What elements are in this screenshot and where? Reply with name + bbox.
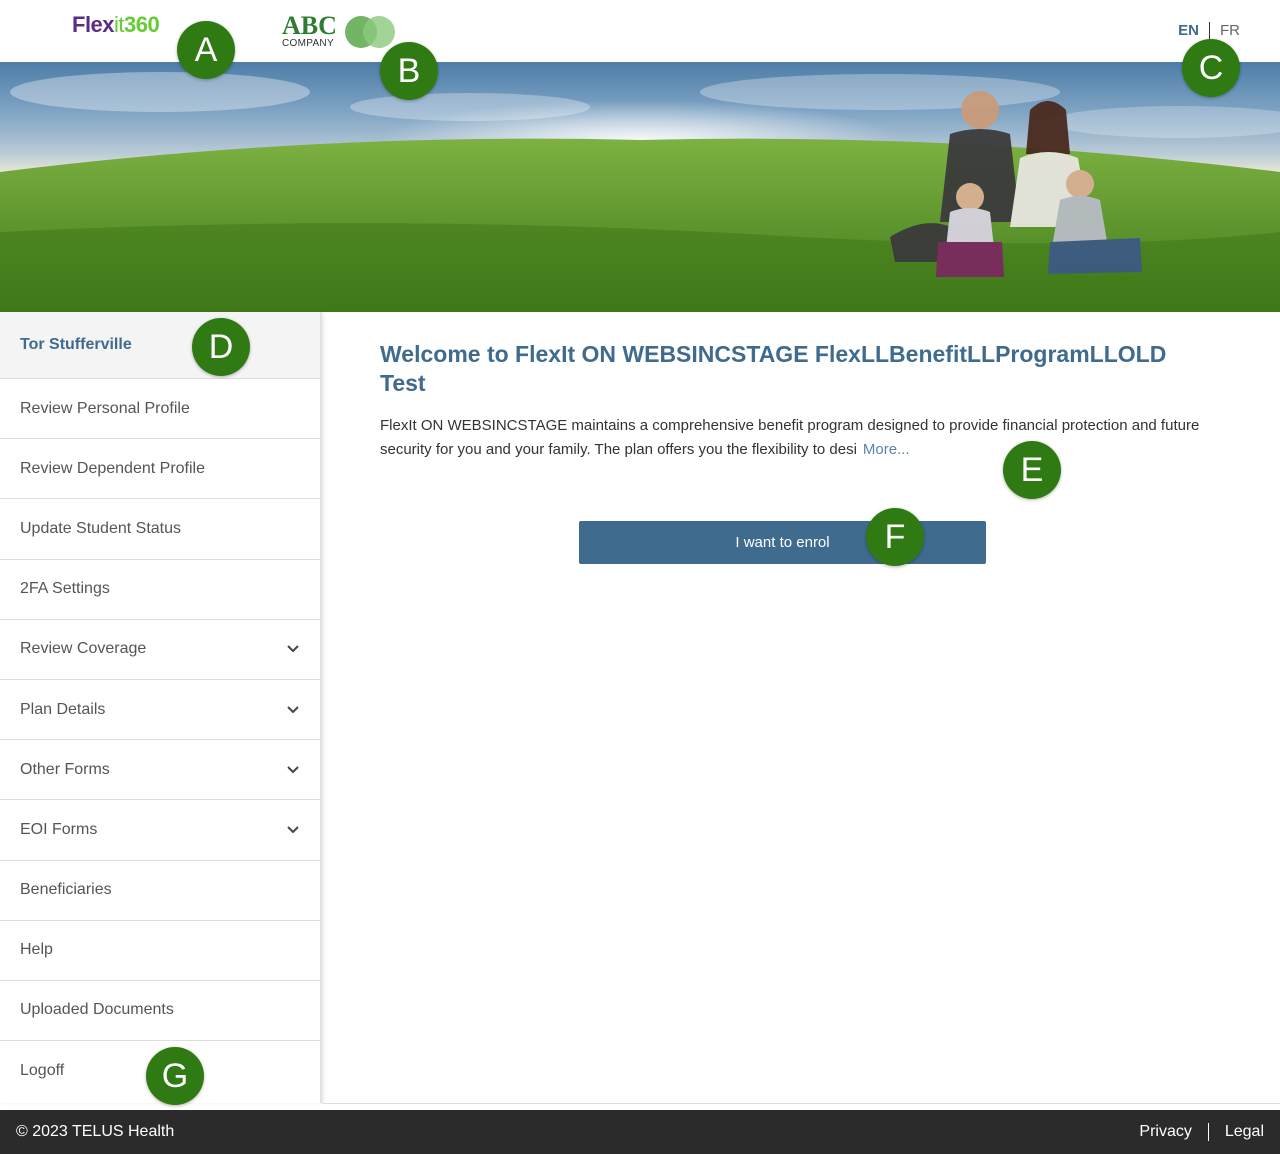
sidebar-item-label: Review Dependent Profile	[20, 459, 205, 477]
company-logo-circles-icon	[345, 16, 395, 48]
hero-banner	[0, 62, 1280, 312]
sidebar-item-plan-details[interactable]: Plan Details	[0, 678, 320, 739]
callout-marker-e: E	[1003, 441, 1061, 499]
banner-family-illustration	[0, 72, 1280, 312]
company-logo: ABC COMPANY	[282, 12, 402, 52]
sidebar-item-update-student-status[interactable]: Update Student Status	[0, 498, 320, 558]
sidebar-item-2fa-settings[interactable]: 2FA Settings	[0, 558, 320, 619]
sidebar-item-review-coverage[interactable]: Review Coverage	[0, 618, 320, 679]
enrol-button[interactable]: I want to enrol	[579, 521, 986, 564]
copyright-text: © 2023 TELUS Health	[16, 1123, 175, 1140]
more-link[interactable]: More...	[863, 441, 910, 458]
sidebar-nav: Tor Stufferville Review Personal Profile…	[0, 312, 322, 1103]
sidebar-item-other-forms[interactable]: Other Forms	[0, 739, 320, 799]
flexit360-logo[interactable]: Flexit360	[72, 12, 160, 38]
sidebar-item-label: Beneficiaries	[20, 881, 112, 899]
logo-text-it: it	[114, 12, 125, 37]
sidebar-item-label: EOI Forms	[20, 820, 98, 838]
sidebar-item-label: Uploaded Documents	[20, 1001, 174, 1019]
callout-marker-b: B	[380, 42, 438, 100]
sidebar-item-label: Other Forms	[20, 760, 110, 778]
chevron-down-icon[interactable]	[286, 764, 300, 776]
sidebar-item-eoi-forms[interactable]: EOI Forms	[0, 799, 320, 859]
lang-fr-link[interactable]: FR	[1210, 22, 1240, 39]
footer-links: Privacy Legal	[1139, 1123, 1264, 1141]
sidebar-item-label: 2FA Settings	[20, 580, 110, 598]
sidebar-item-beneficiaries[interactable]: Beneficiaries	[0, 859, 320, 920]
privacy-link[interactable]: Privacy	[1139, 1123, 1209, 1141]
chevron-down-icon[interactable]	[286, 704, 300, 716]
legal-link[interactable]: Legal	[1209, 1123, 1264, 1141]
sidebar-user-name[interactable]: Tor Stufferville	[0, 312, 320, 378]
chevron-down-icon[interactable]	[286, 824, 300, 836]
language-switcher: EN FR	[1178, 22, 1240, 39]
footer: © 2023 TELUS Health Privacy Legal	[0, 1110, 1280, 1154]
callout-marker-a: A	[177, 21, 235, 79]
sidebar-item-uploaded-documents[interactable]: Uploaded Documents	[0, 979, 320, 1040]
sidebar-item-review-dependent-profile[interactable]: Review Dependent Profile	[0, 438, 320, 498]
callout-marker-f: F	[866, 508, 924, 566]
sidebar-item-label: Review Personal Profile	[20, 399, 190, 417]
divider	[322, 1103, 1280, 1104]
callout-marker-d: D	[192, 318, 250, 376]
callout-marker-c: C	[1182, 39, 1240, 97]
intro-paragraph: FlexIt ON WEBSINCSTAGE maintains a compr…	[380, 414, 1200, 462]
chevron-down-icon[interactable]	[286, 643, 300, 655]
logo-text-360: 360	[124, 12, 160, 37]
sidebar-item-label: Help	[20, 941, 53, 959]
main-content: Welcome to FlexIt ON WEBSINCSTAGE FlexLL…	[380, 340, 1200, 462]
lang-en-link[interactable]: EN	[1178, 22, 1210, 39]
intro-text: FlexIt ON WEBSINCSTAGE maintains a compr…	[380, 417, 1200, 458]
callout-marker-g: G	[146, 1047, 204, 1105]
company-logo-subtext: COMPANY	[282, 38, 334, 49]
sidebar-item-review-personal-profile[interactable]: Review Personal Profile	[0, 378, 320, 438]
sidebar-item-label: Update Student Status	[20, 519, 181, 537]
page-title: Welcome to FlexIt ON WEBSINCSTAGE FlexLL…	[380, 341, 1167, 396]
sidebar-item-label: Plan Details	[20, 700, 106, 718]
sidebar-item-label: Logoff	[20, 1061, 65, 1079]
sidebar-item-label: Review Coverage	[20, 640, 147, 658]
sidebar-item-help[interactable]: Help	[0, 919, 320, 980]
company-logo-name: ABC	[282, 11, 337, 40]
logo-text-flex: Flex	[72, 12, 115, 37]
